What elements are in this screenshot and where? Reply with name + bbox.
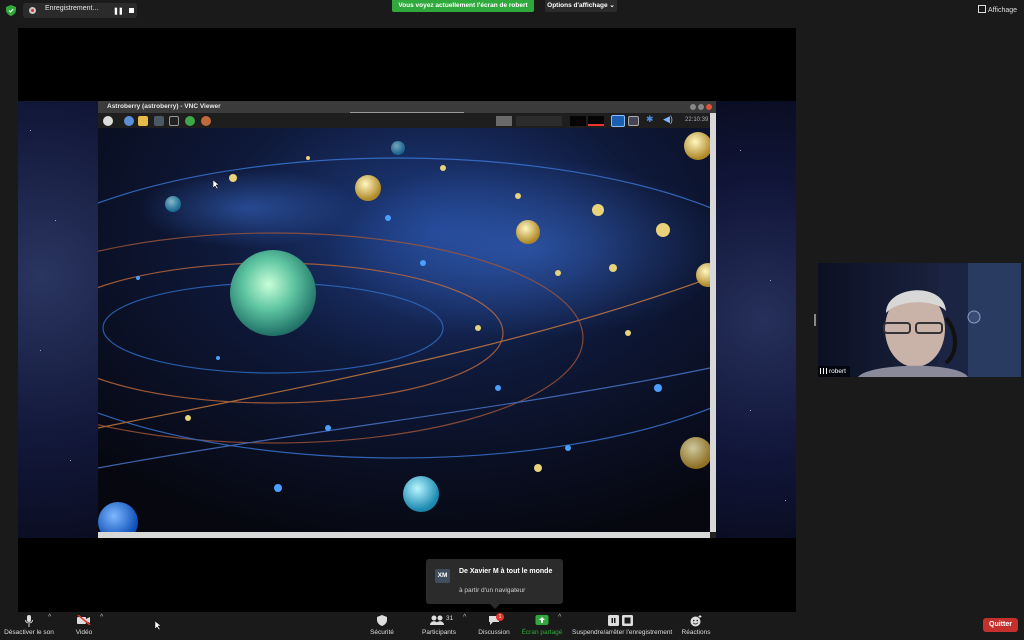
- notification-title: De Xavier M à tout le monde: [459, 568, 553, 575]
- grid-icon: [978, 5, 986, 13]
- leave-meeting-button[interactable]: Quitter: [983, 618, 1018, 632]
- volume-icon[interactable]: ◀): [663, 114, 673, 124]
- video-panel-handle[interactable]: [814, 314, 816, 326]
- star-decoration: [30, 130, 31, 131]
- recording-label: Enregistrement...: [45, 5, 99, 12]
- participants-options-caret[interactable]: ^: [463, 614, 466, 621]
- close-icon[interactable]: [706, 104, 712, 110]
- star-decoration: [750, 410, 751, 411]
- file-manager-icon[interactable]: [138, 116, 148, 126]
- planetarium-icon[interactable]: [201, 116, 211, 126]
- remote-desktop-wallpaper-left: [18, 101, 98, 538]
- telescope-icon[interactable]: [169, 116, 179, 126]
- minimize-icon[interactable]: [690, 104, 696, 110]
- video-button[interactable]: Vidéo: [70, 612, 98, 640]
- mouse-cursor-icon: [155, 621, 162, 631]
- security-button[interactable]: Sécurité: [364, 612, 400, 640]
- recording-indicator[interactable]: Enregistrement... ❚❚: [23, 3, 137, 18]
- microphone-icon: [25, 615, 33, 627]
- participant-video[interactable]: [818, 263, 1021, 377]
- share-screen-icon: [535, 615, 549, 625]
- shield-icon[interactable]: [6, 5, 16, 16]
- participants-icon: [430, 615, 444, 625]
- astroberry-desktop-wallpaper: [98, 128, 710, 532]
- vnc-viewer-window[interactable]: Astroberry (astroberry) - VNC Viewer ✱ ◀…: [98, 101, 716, 538]
- video-camera-off-icon: [77, 615, 91, 625]
- stop-recording-icon[interactable]: [129, 8, 134, 13]
- star-decoration: [770, 280, 771, 281]
- taskbar-window-slot[interactable]: [496, 116, 512, 126]
- sync-icon[interactable]: [185, 116, 195, 126]
- participants-button[interactable]: 31 Participants: [418, 612, 460, 640]
- temperature-monitor-icon: [588, 116, 604, 126]
- signal-strength-icon: [820, 368, 827, 374]
- participants-count: 31: [446, 615, 454, 622]
- reactions-label: Réactions: [681, 629, 711, 636]
- star-decoration: [740, 150, 741, 151]
- top-bar: Enregistrement... ❚❚ Vous voyez actuelle…: [0, 0, 1024, 22]
- sender-avatar: XM: [435, 569, 450, 583]
- video-options-caret[interactable]: ^: [100, 614, 103, 621]
- star-decoration: [70, 460, 71, 461]
- terminal-icon[interactable]: [154, 116, 164, 126]
- web-browser-icon[interactable]: [124, 116, 134, 126]
- vnc-vertical-scrollbar[interactable]: [710, 113, 716, 532]
- participant-name-tag: robert: [818, 366, 850, 377]
- pause-stop-icon: [608, 615, 633, 626]
- pause-recording-icon[interactable]: ❚❚: [113, 7, 124, 15]
- bluetooth-icon[interactable]: ✱: [646, 114, 656, 124]
- chat-label: Discussion: [478, 629, 510, 636]
- vnc-server-icon[interactable]: [611, 115, 625, 127]
- security-label: Sécurité: [370, 629, 394, 636]
- video-label: Vidéo: [75, 629, 93, 636]
- recording-controls-label: Suspendre/arrêter l'enregistrement: [572, 629, 673, 636]
- star-decoration: [785, 500, 786, 501]
- view-options-button[interactable]: Options d'affichage ⌄: [545, 0, 617, 12]
- participants-label: Participants: [422, 629, 456, 636]
- audio-options-caret[interactable]: ^: [48, 614, 51, 621]
- star-decoration: [55, 220, 56, 221]
- raspberry-taskbar: ✱ ◀) 22:10:39: [98, 113, 710, 128]
- cosmic-wallpaper-image: [98, 128, 710, 532]
- taskbar-window-slot[interactable]: [516, 116, 562, 126]
- remote-desktop-wallpaper-right: [716, 101, 796, 538]
- star-decoration: [40, 350, 41, 351]
- mute-label: Désactiver le son: [4, 629, 54, 636]
- vnc-window-title: Astroberry (astroberry) - VNC Viewer: [107, 103, 221, 110]
- participant-camera-feed: [858, 263, 1021, 377]
- meeting-toolbar: Désactiver le son ^ Vidéo ^ Sécurité 31 …: [0, 612, 1024, 640]
- screen-share-banner: Vous voyez actuellement l'écran de rober…: [392, 0, 534, 12]
- pause-stop-recording-button[interactable]: Suspendre/arrêter l'enregistrement: [572, 612, 673, 640]
- system-clock: 22:10:39: [685, 117, 709, 123]
- share-screen-label: Écran partagé: [521, 629, 563, 636]
- maximize-icon[interactable]: [698, 104, 704, 110]
- raspberry-menu-icon[interactable]: [103, 116, 113, 126]
- view-button-label: Affichage: [988, 7, 1018, 14]
- vnc-titlebar[interactable]: Astroberry (astroberry) - VNC Viewer: [98, 101, 716, 114]
- chat-unread-badge: 1: [496, 613, 504, 621]
- mouse-pointer-icon: [213, 180, 220, 190]
- chat-notification[interactable]: XM De Xavier M à tout le monde à partir …: [426, 559, 563, 609]
- view-options-label: Options d'affichage: [547, 2, 608, 9]
- share-options-caret[interactable]: ^: [558, 614, 561, 621]
- security-shield-icon: [377, 615, 387, 626]
- chevron-down-icon: ⌄: [609, 2, 615, 9]
- view-button[interactable]: Affichage: [978, 5, 1017, 14]
- reaction-smiley-icon: [690, 615, 702, 627]
- reactions-button[interactable]: Réactions: [680, 612, 712, 640]
- participant-name: robert: [829, 368, 846, 375]
- vnc-horizontal-scrollbar[interactable]: [98, 532, 710, 538]
- notification-pointer: [490, 604, 500, 609]
- cpu-monitor-icon: [570, 116, 586, 126]
- display-icon[interactable]: [628, 116, 639, 126]
- chat-button[interactable]: Discussion: [476, 612, 512, 640]
- notification-message: à partir d'un navigateur: [459, 587, 526, 594]
- record-dot-icon: [29, 7, 36, 14]
